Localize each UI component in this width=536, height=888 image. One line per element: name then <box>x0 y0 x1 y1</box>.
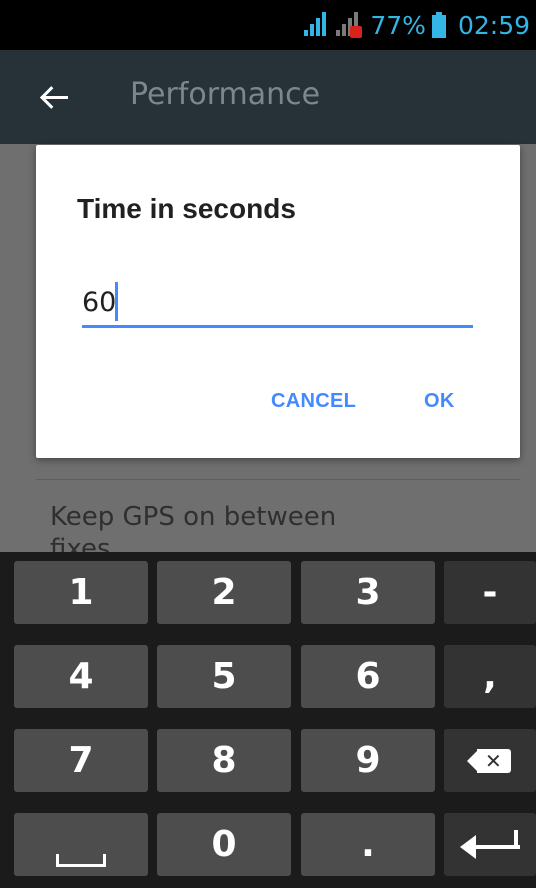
ok-button[interactable]: OK <box>424 390 455 413</box>
battery-percent: 77% <box>370 10 426 40</box>
battery-icon <box>431 12 446 38</box>
numeric-keyboard: 1 2 3 - 4 5 6 , 7 8 9 ✕ 0 . <box>0 552 536 888</box>
backspace-key[interactable]: ✕ <box>444 729 536 792</box>
key-4[interactable]: 4 <box>14 645 148 708</box>
key-7[interactable]: 7 <box>14 729 148 792</box>
key-0[interactable]: 0 <box>157 813 291 876</box>
seconds-input[interactable] <box>82 278 473 326</box>
time-dialog: Time in seconds CANCEL OK <box>36 145 520 458</box>
key-3[interactable]: 3 <box>301 561 435 624</box>
key-6[interactable]: 6 <box>301 645 435 708</box>
key-1[interactable]: 1 <box>14 561 148 624</box>
status-icons: 77% 02:59 <box>302 8 530 42</box>
cell-signal-icon <box>302 12 328 38</box>
enter-icon <box>460 828 520 862</box>
space-icon <box>56 854 106 867</box>
key-period[interactable]: . <box>301 813 435 876</box>
backspace-icon: ✕ <box>467 748 513 773</box>
divider <box>36 479 520 480</box>
status-bar: 77% 02:59 <box>0 0 536 50</box>
enter-key[interactable] <box>444 813 536 876</box>
key-5[interactable]: 5 <box>157 645 291 708</box>
space-key[interactable] <box>14 813 148 876</box>
key-comma[interactable]: , <box>444 645 536 708</box>
clock: 02:59 <box>457 10 530 40</box>
app-bar: Performance <box>0 50 536 144</box>
page-title: Performance <box>130 77 321 112</box>
key-2[interactable]: 2 <box>157 561 291 624</box>
cell-signal-edge-icon <box>334 12 363 38</box>
key-minus[interactable]: - <box>444 561 536 624</box>
text-cursor <box>115 282 118 321</box>
arrow-back-icon[interactable] <box>36 80 76 114</box>
key-8[interactable]: 8 <box>157 729 291 792</box>
cancel-button[interactable]: CANCEL <box>271 390 356 413</box>
dialog-title: Time in seconds <box>77 193 296 224</box>
input-underline <box>82 325 473 328</box>
key-9[interactable]: 9 <box>301 729 435 792</box>
